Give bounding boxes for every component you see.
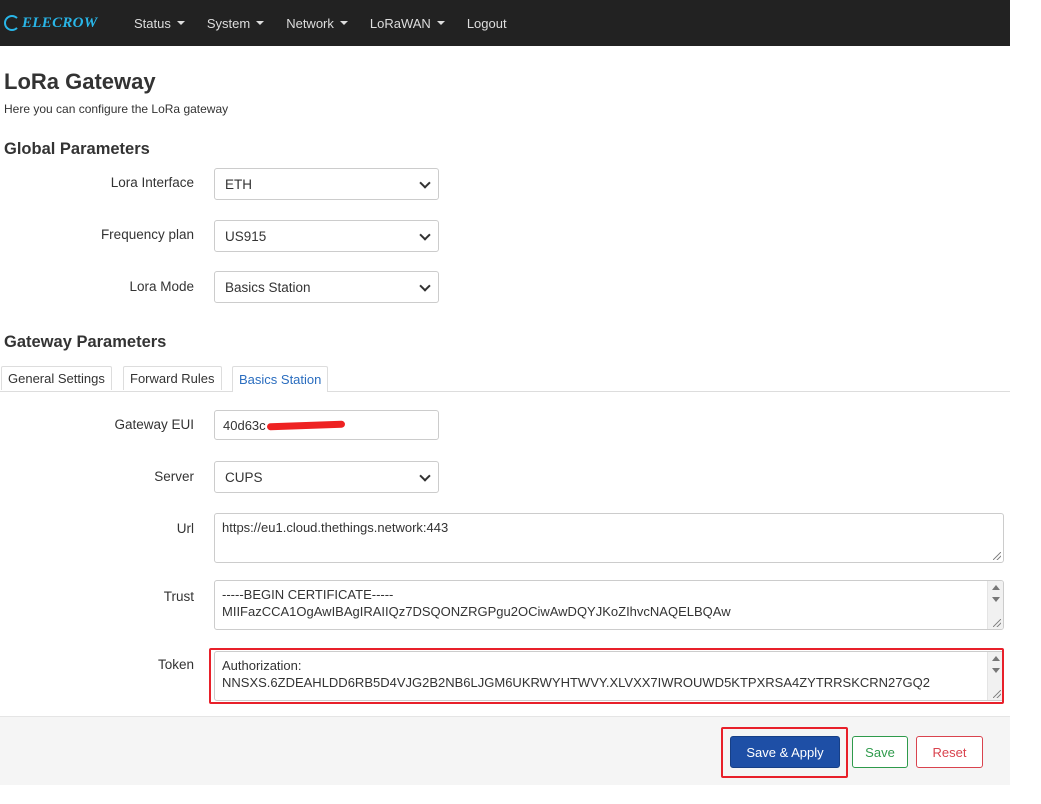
nav-status-label: Status: [134, 15, 171, 31]
url-textarea[interactable]: https://eu1.cloud.thethings.network:443: [214, 513, 1004, 563]
save-button[interactable]: Save: [852, 736, 908, 768]
nav-logout[interactable]: Logout: [467, 16, 507, 31]
nav-system-label: System: [206, 15, 251, 31]
trust-label: Trust: [163, 589, 194, 604]
scroll-down-icon: [992, 597, 1000, 602]
tab-general-settings[interactable]: General Settings: [1, 366, 112, 390]
elecrow-logo-icon: [4, 15, 20, 31]
page-title: LoRa Gateway: [4, 69, 156, 94]
save-apply-highlight-box: [721, 727, 848, 778]
frequency-plan-select[interactable]: US915: [214, 220, 439, 252]
nav-network[interactable]: Network: [286, 16, 348, 31]
lora-interface-value: ETH: [225, 176, 252, 192]
brand-logo[interactable]: ELECROW: [4, 15, 134, 32]
nav-lorawan-label: LoRaWAN: [369, 15, 431, 31]
nav-network-label: Network: [286, 15, 334, 31]
trust-line-1: -----BEGIN CERTIFICATE-----: [222, 587, 394, 602]
caret-down-icon: [256, 21, 265, 25]
nav-logout-label: Logout: [466, 15, 507, 31]
global-parameters-heading: Global Parameters: [4, 140, 150, 158]
url-value: https://eu1.cloud.thethings.network:443: [222, 520, 449, 535]
nav-system[interactable]: System: [206, 15, 265, 31]
frequency-plan-label: Frequency plan: [100, 227, 194, 242]
caret-down-icon: [339, 21, 348, 25]
top-navbar: ELECROW Status System Network LoRaWAN Lo…: [0, 0, 1010, 46]
lora-mode-select[interactable]: Basics Station: [214, 271, 439, 303]
caret-down-icon: [436, 21, 445, 25]
lora-mode-label: Lora Mode: [129, 279, 194, 294]
nav-lorawan[interactable]: LoRaWAN: [370, 16, 445, 31]
gateway-eui-value: 40d63c: [223, 417, 266, 433]
url-label: Url: [176, 521, 194, 536]
token-highlight-box: [209, 648, 1004, 704]
server-value: CUPS: [225, 469, 263, 485]
tab-basics-station[interactable]: Basics Station: [232, 366, 329, 392]
gateway-tabs: General Settings Forward Rules Basics St…: [0, 366, 1010, 392]
lora-interface-label: Lora Interface: [110, 175, 194, 190]
trust-textarea[interactable]: -----BEGIN CERTIFICATE----- MIIFazCCA1Og…: [214, 580, 1004, 630]
resize-handle-icon[interactable]: [993, 552, 1001, 560]
tab-forward-rules[interactable]: Forward Rules: [123, 366, 222, 390]
token-label: Token: [157, 657, 194, 672]
gateway-eui-input[interactable]: 40d63c: [214, 410, 439, 440]
lora-mode-value: Basics Station: [225, 279, 311, 295]
lora-interface-select[interactable]: ETH: [214, 168, 439, 200]
gateway-parameters-heading: Gateway Parameters: [4, 333, 167, 351]
gateway-eui-label: Gateway EUI: [114, 417, 194, 432]
server-label: Server: [154, 469, 194, 484]
caret-down-icon: [176, 21, 185, 25]
reset-button[interactable]: Reset: [916, 736, 983, 768]
chevron-down-icon: [419, 229, 431, 241]
brand-name: ELECROW: [22, 14, 98, 31]
resize-handle-icon[interactable]: [993, 619, 1001, 627]
chevron-down-icon: [419, 470, 431, 482]
chevron-down-icon: [419, 177, 431, 189]
server-select[interactable]: CUPS: [214, 461, 439, 493]
redaction-scribble: [266, 420, 345, 430]
frequency-plan-value: US915: [225, 228, 267, 244]
scroll-up-icon: [992, 585, 1000, 590]
chevron-down-icon: [419, 280, 431, 292]
nav-status[interactable]: Status: [134, 16, 185, 31]
trust-line-2: MIIFazCCA1OgAwIBAgIRAIIQz7DSQONZRGPgu2OC…: [222, 604, 731, 619]
page-description: Here you can configure the LoRa gateway: [4, 102, 229, 116]
